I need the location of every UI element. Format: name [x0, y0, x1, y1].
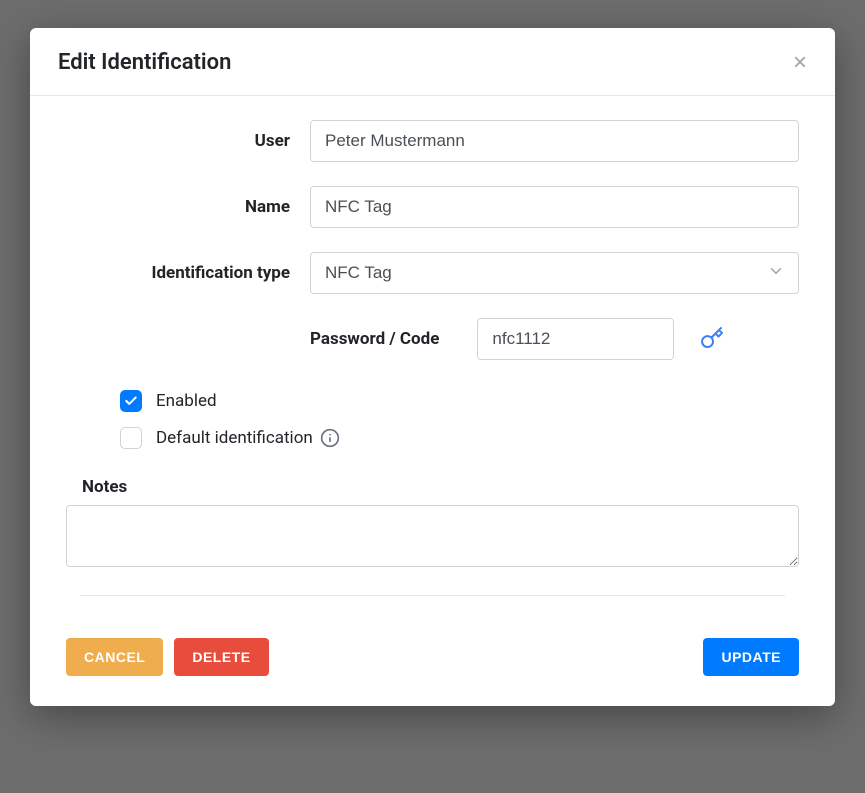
- checkbox-section: Enabled Default identification: [66, 390, 799, 449]
- default-identification-label: Default identification: [156, 428, 340, 448]
- notes-label: Notes: [82, 477, 799, 497]
- enabled-label: Enabled: [156, 391, 217, 411]
- user-row: User: [66, 120, 799, 162]
- identification-type-row: Identification type: [66, 252, 799, 294]
- check-icon: [124, 394, 138, 408]
- user-label: User: [66, 131, 310, 151]
- name-label: Name: [66, 197, 310, 217]
- generate-key-button[interactable]: [696, 322, 728, 357]
- enabled-checkbox-row: Enabled: [120, 390, 799, 412]
- update-button[interactable]: UPDATE: [703, 638, 799, 676]
- modal-body: User Name Identification type Password /…: [30, 96, 835, 638]
- name-input[interactable]: [310, 186, 799, 228]
- user-input[interactable]: [310, 120, 799, 162]
- divider: [80, 595, 785, 596]
- modal-footer: CANCEL DELETE UPDATE: [30, 638, 835, 706]
- notes-textarea[interactable]: [66, 505, 799, 567]
- identification-type-label: Identification type: [66, 263, 310, 283]
- close-icon: ×: [793, 49, 807, 76]
- info-icon[interactable]: [320, 428, 340, 448]
- identification-type-select-wrap: [310, 252, 799, 294]
- password-row: Password / Code: [66, 318, 799, 360]
- identification-type-select[interactable]: [310, 252, 799, 294]
- name-row: Name: [66, 186, 799, 228]
- cancel-button[interactable]: CANCEL: [66, 638, 163, 676]
- modal-title: Edit Identification: [58, 50, 231, 75]
- password-input[interactable]: [477, 318, 674, 360]
- edit-identification-modal: Edit Identification × User Name Identifi…: [30, 28, 835, 706]
- default-identification-label-text: Default identification: [156, 428, 313, 448]
- delete-button[interactable]: DELETE: [174, 638, 268, 676]
- modal-header: Edit Identification ×: [30, 28, 835, 96]
- default-identification-checkbox-row: Default identification: [120, 427, 799, 449]
- default-identification-checkbox[interactable]: [120, 427, 142, 449]
- close-button[interactable]: ×: [793, 51, 807, 75]
- footer-left: CANCEL DELETE: [66, 638, 269, 676]
- enabled-checkbox[interactable]: [120, 390, 142, 412]
- key-icon: [700, 338, 724, 353]
- password-label: Password / Code: [310, 329, 439, 349]
